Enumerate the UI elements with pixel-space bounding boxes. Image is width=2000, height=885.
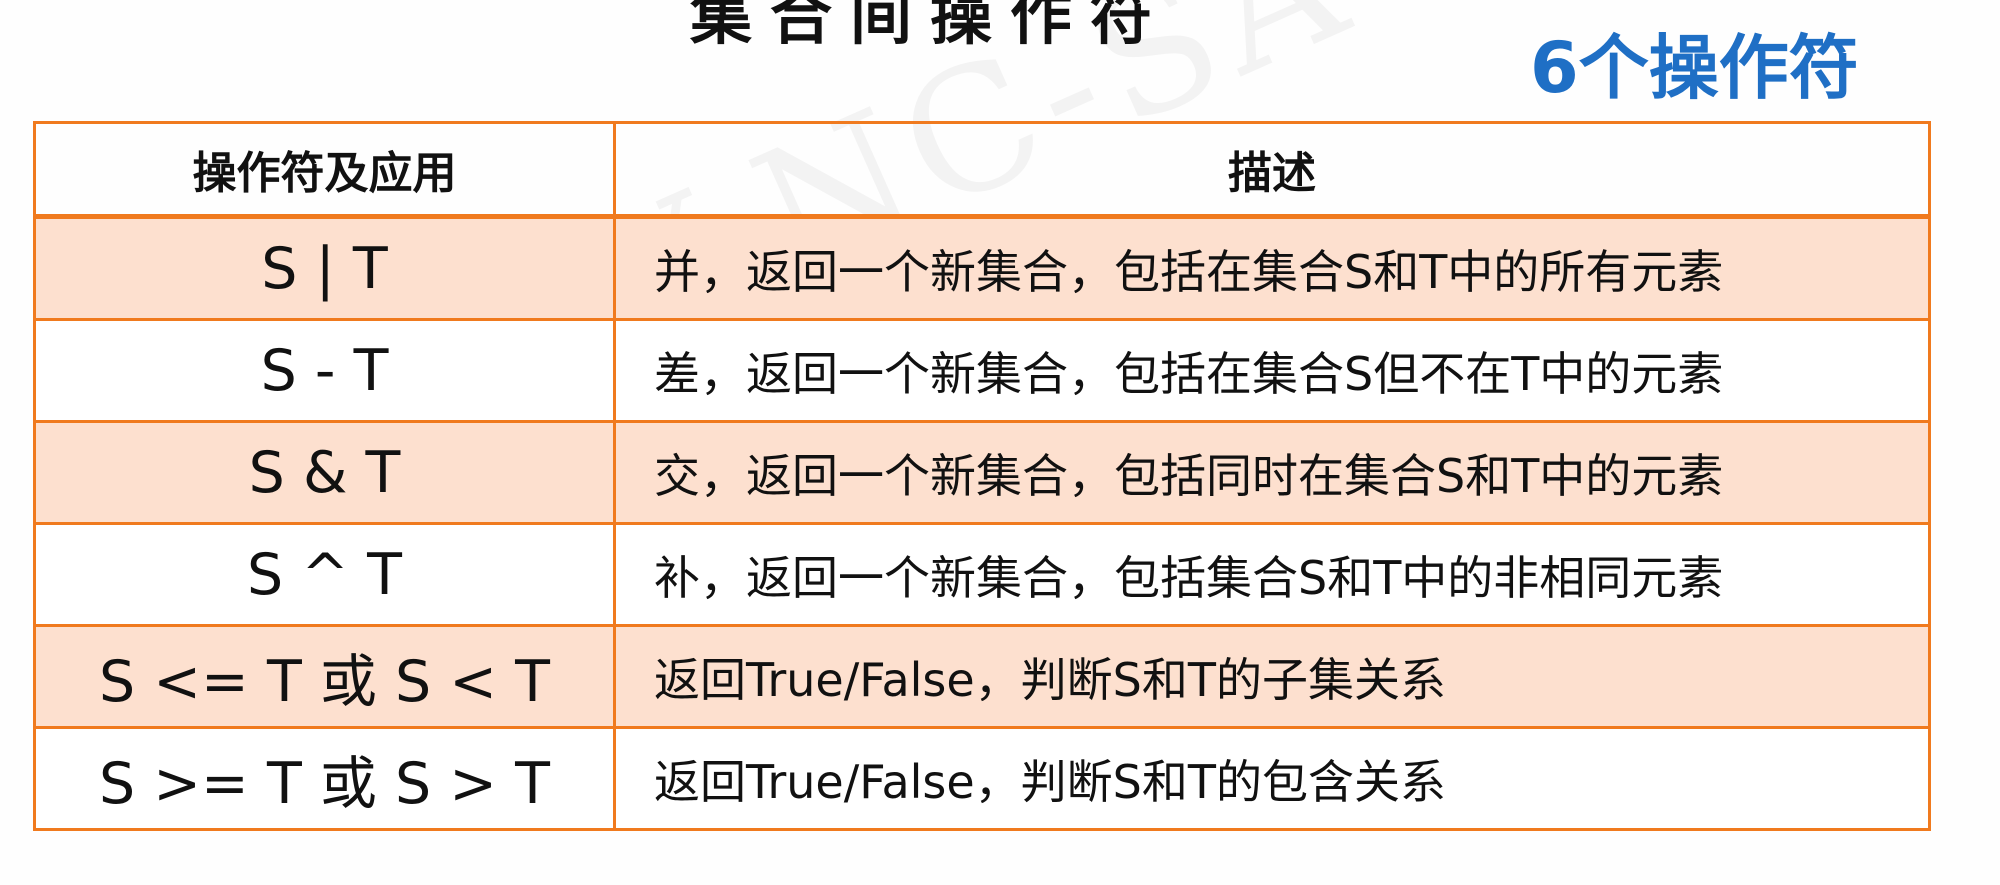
operator-cell: S >= T 或 S > T: [33, 726, 616, 831]
description-cell: 返回True/False，判断S和T的包含关系: [613, 726, 1931, 831]
table-row: S & T 交，返回一个新集合，包括同时在集合S和T中的元素: [33, 420, 1931, 525]
table-header: 操作符及应用 描述: [33, 121, 1931, 219]
table-header-row: 操作符及应用 描述: [33, 121, 1931, 219]
header-description: 描述: [613, 121, 1931, 219]
description-cell: 并，返回一个新集合，包括在集合S和T中的所有元素: [613, 215, 1931, 321]
operator-cell: S | T: [33, 215, 616, 321]
table-row: S | T 并，返回一个新集合，包括在集合S和T中的所有元素: [33, 215, 1931, 321]
description-cell: 补，返回一个新集合，包括集合S和T中的非相同元素: [613, 522, 1931, 627]
description-cell: 交，返回一个新集合，包括同时在集合S和T中的元素: [613, 420, 1931, 525]
table-row: S >= T 或 S > T 返回True/False，判断S和T的包含关系: [33, 726, 1931, 831]
table-row: S <= T 或 S < T 返回True/False，判断S和T的子集关系: [33, 624, 1931, 729]
table-row: S - T 差，返回一个新集合，包括在集合S但不在T中的元素: [33, 318, 1931, 423]
operator-cell: S ^ T: [33, 522, 616, 627]
description-cell: 返回True/False，判断S和T的子集关系: [613, 624, 1931, 729]
table-body: S | T 并，返回一个新集合，包括在集合S和T中的所有元素 S - T 差，返…: [33, 215, 1931, 831]
operator-cell: S - T: [33, 318, 616, 423]
header-operator: 操作符及应用: [33, 121, 616, 219]
page-title: 集合间操作符: [690, 0, 1171, 53]
operator-count-subtitle: 6个操作符: [1530, 27, 1859, 109]
table-row: S ^ T 补，返回一个新集合，包括集合S和T中的非相同元素: [33, 522, 1931, 627]
set-operators-table: 操作符及应用 描述 S | T 并，返回一个新集合，包括在集合S和T中的所有元素…: [33, 121, 1931, 831]
operator-cell: S <= T 或 S < T: [33, 624, 616, 729]
operator-cell: S & T: [33, 420, 616, 525]
description-cell: 差，返回一个新集合，包括在集合S但不在T中的元素: [613, 318, 1931, 423]
